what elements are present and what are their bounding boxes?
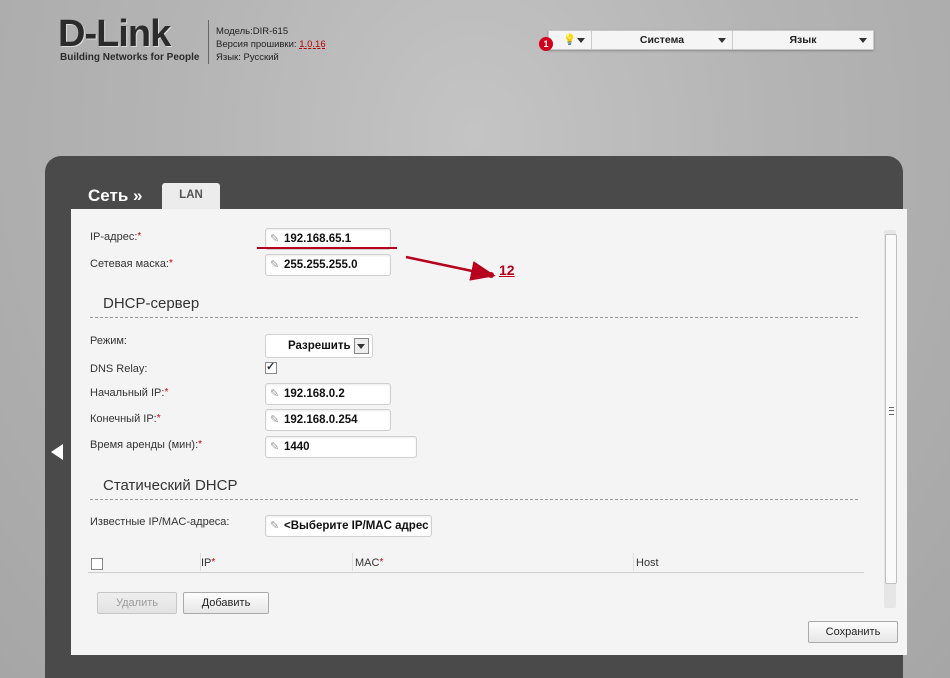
section-divider bbox=[90, 499, 858, 500]
ip-address-label: IP-адрес:* bbox=[90, 231, 142, 243]
firmware-row: Версия прошивки: 1.0.16 bbox=[216, 38, 326, 51]
known-addresses-select[interactable]: ✎ <Выберите IP/MAC адрес bbox=[265, 515, 432, 537]
subnet-mask-label: Сетевая маска:* bbox=[90, 258, 173, 270]
delete-button[interactable]: Удалить bbox=[97, 592, 177, 614]
firmware-version-link[interactable]: 1.0.16 bbox=[299, 39, 325, 50]
dns-relay-label: DNS Relay: bbox=[90, 363, 148, 375]
scrollbar-thumb[interactable] bbox=[885, 234, 897, 584]
column-header-host: Host bbox=[636, 557, 659, 569]
dhcp-mode-select[interactable]: Разрешить bbox=[265, 334, 373, 358]
start-ip-input[interactable]: ✎ 192.168.0.2 bbox=[265, 383, 391, 405]
dns-relay-checkbox[interactable] bbox=[265, 360, 277, 374]
static-dhcp-heading: Статический DHCP bbox=[103, 477, 238, 494]
annotation-arrow-icon bbox=[405, 255, 496, 281]
chevron-down-icon bbox=[859, 38, 867, 43]
start-ip-label: Начальный IP:* bbox=[90, 387, 169, 399]
annotation-number: 12 bbox=[499, 262, 515, 278]
column-header-ip: IP* bbox=[201, 557, 216, 569]
save-button[interactable]: Сохранить bbox=[808, 621, 898, 643]
lease-time-label: Время аренды (мин):* bbox=[90, 439, 203, 451]
pencil-icon: ✎ bbox=[270, 233, 280, 245]
language-text: Язык: Русский bbox=[216, 52, 279, 63]
chevron-down-icon bbox=[577, 38, 585, 43]
pencil-icon: ✎ bbox=[270, 388, 280, 400]
grip-icon bbox=[889, 407, 894, 415]
notification-badge[interactable]: 1 bbox=[539, 37, 553, 51]
pencil-icon: ✎ bbox=[270, 441, 280, 453]
subnet-mask-input[interactable]: ✎ 255.255.255.0 bbox=[265, 254, 391, 276]
select-all-checkbox[interactable] bbox=[91, 558, 103, 570]
column-header-mac: MAC* bbox=[355, 557, 384, 569]
logo-tagline: Building Networks for People bbox=[60, 52, 200, 63]
breadcrumb: Сеть » bbox=[88, 186, 143, 205]
notifications-dropdown[interactable]: 💡 bbox=[549, 31, 592, 49]
pencil-icon: ✎ bbox=[270, 520, 280, 532]
section-divider bbox=[90, 317, 858, 318]
tab-lan[interactable]: LAN bbox=[162, 183, 220, 209]
language-menu-label: Язык bbox=[789, 34, 817, 46]
chevron-down-icon bbox=[354, 338, 369, 354]
header-divider bbox=[208, 20, 209, 64]
device-info: Модель:DIR-615 Версия прошивки: 1.0.16 Я… bbox=[216, 25, 326, 64]
pencil-icon: ✎ bbox=[270, 414, 280, 426]
end-ip-label: Конечный IP:* bbox=[90, 413, 161, 425]
vertical-scrollbar[interactable] bbox=[884, 230, 897, 608]
pencil-icon: ✎ bbox=[270, 259, 280, 271]
lease-time-input[interactable]: ✎ 1440 bbox=[265, 436, 417, 458]
known-addresses-label: Известные IP/MAC-адреса: bbox=[90, 516, 230, 528]
table-header-line bbox=[88, 572, 864, 573]
chevron-down-icon bbox=[718, 38, 726, 43]
dlink-logo: D-Link bbox=[58, 13, 171, 55]
back-arrow-icon[interactable] bbox=[51, 444, 63, 460]
add-button[interactable]: Добавить bbox=[183, 592, 269, 614]
dhcp-server-heading: DHCP-сервер bbox=[103, 295, 200, 312]
mode-label: Режим: bbox=[90, 335, 127, 347]
language-menu[interactable]: Язык bbox=[733, 31, 873, 49]
system-menu[interactable]: Система bbox=[592, 31, 733, 49]
firmware-label: Версия прошивки: bbox=[216, 39, 297, 50]
model-text: Модель:DIR-615 bbox=[216, 26, 289, 37]
annotation-underline bbox=[257, 247, 397, 249]
lightbulb-icon: 💡 bbox=[563, 34, 577, 46]
top-menu-bar: 💡 Система Язык bbox=[548, 30, 874, 50]
end-ip-input[interactable]: ✎ 192.168.0.254 bbox=[265, 409, 391, 431]
dhcp-mode-value: Разрешить bbox=[288, 340, 351, 352]
column-divider bbox=[633, 553, 634, 571]
system-menu-label: Система bbox=[639, 34, 685, 46]
column-divider bbox=[200, 553, 201, 571]
column-divider bbox=[352, 553, 353, 571]
